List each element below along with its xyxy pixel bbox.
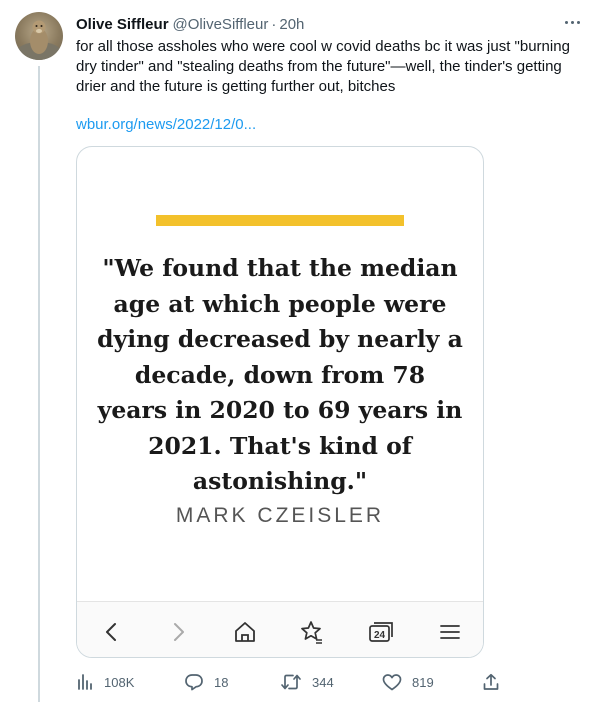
- author-name[interactable]: Olive Siffleur: [76, 16, 169, 33]
- bookmark-star-icon: [301, 621, 322, 644]
- tweet-header: Olive Siffleur @OliveSiffleur · 20h: [76, 14, 304, 34]
- more-options-icon[interactable]: [560, 12, 584, 32]
- heart-icon: [382, 674, 402, 691]
- quote-line: 2021. That's kind of: [148, 431, 412, 460]
- retweet-action[interactable]: 344: [280, 671, 334, 693]
- avatar[interactable]: [15, 12, 63, 60]
- quote-line: dying decreased by nearly a: [97, 325, 463, 353]
- quote-text: "We found that the median age at which p…: [87, 251, 473, 500]
- tabs-icon: 24: [369, 622, 393, 642]
- forward-icon: [174, 623, 184, 641]
- menu-icon: [440, 625, 460, 639]
- back-icon: [106, 623, 116, 641]
- views-action[interactable]: 108K: [76, 671, 134, 693]
- media-card[interactable]: "We found that the median age at which p…: [76, 146, 484, 658]
- tweet-actions: 108K 18 344 819: [76, 671, 516, 693]
- quote-line: decade, down from 78: [134, 360, 426, 389]
- share-action[interactable]: [482, 671, 500, 693]
- quote-line: years in 2020 to 69 years in: [97, 396, 463, 424]
- reply-action[interactable]: 18: [184, 671, 228, 693]
- retweet-icon: [281, 674, 301, 690]
- home-icon: [235, 622, 255, 642]
- reply-count: 18: [214, 674, 229, 690]
- browser-toolbar: 24: [77, 601, 483, 657]
- tweet-text: for all those assholes who were cool w c…: [76, 38, 570, 95]
- views-count: 108K: [104, 674, 135, 690]
- marmot-avatar-image: [17, 20, 61, 60]
- quote-attribution: MARK CZEISLER: [175, 504, 385, 527]
- separator-dot: ·: [271, 15, 277, 33]
- tweet-link[interactable]: wbur.org/news/2022/12/0...: [76, 115, 256, 135]
- quote-line: age at which people were: [113, 289, 447, 318]
- retweet-count: 344: [312, 674, 334, 690]
- author-handle[interactable]: @OliveSiffleur: [173, 16, 269, 33]
- like-count: 819: [412, 674, 434, 690]
- tab-count: 24: [374, 630, 386, 641]
- analytics-icon: [78, 674, 92, 690]
- timestamp[interactable]: 20h: [279, 16, 304, 33]
- thread-line: [38, 66, 40, 702]
- share-icon: [483, 673, 499, 690]
- accent-bar: [156, 215, 404, 226]
- tweet[interactable]: Olive Siffleur @OliveSiffleur · 20h for …: [0, 0, 598, 702]
- reply-icon: [185, 674, 203, 691]
- like-action[interactable]: 819: [382, 671, 434, 693]
- quote-line: "We found that the median: [102, 254, 458, 282]
- quote-line: astonishing.": [192, 467, 368, 495]
